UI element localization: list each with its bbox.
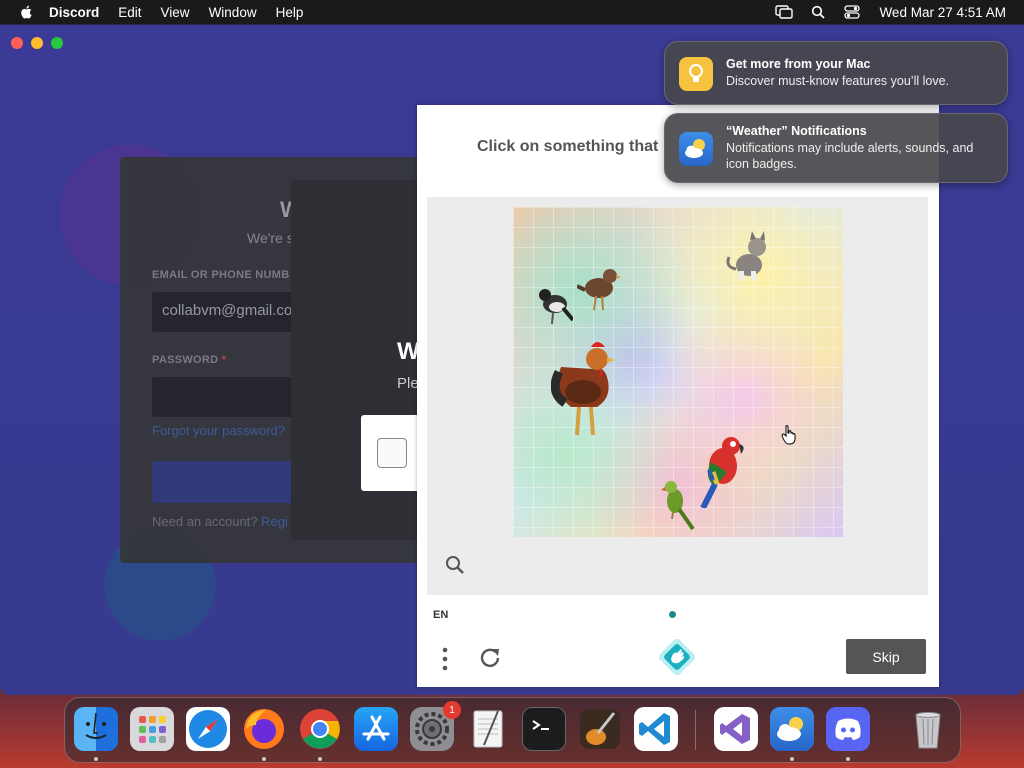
password-label: PASSWORD * [152,354,227,366]
screen-mirroring-icon[interactable] [775,5,794,19]
hcaptcha-logo-icon [659,639,695,675]
app-store-icon[interactable] [354,707,398,751]
tips-icon [679,57,713,91]
trash-icon[interactable] [906,707,950,751]
skip-button[interactable]: Skip [846,639,926,674]
rooster-figure [551,342,615,436]
chrome-icon[interactable] [298,707,342,751]
email-label: EMAIL OR PHONE NUMB [152,269,290,281]
verification-overlay: W Ple [291,180,431,540]
menu-view[interactable]: View [161,5,190,20]
textedit-icon[interactable] [466,707,510,751]
menu-app-name[interactable]: Discord [49,5,99,20]
overlay-text: Ple [397,375,419,392]
spotlight-search-icon[interactable] [809,5,827,19]
small-bird-figure [577,269,621,311]
parrot-figure [700,437,744,508]
launchpad-icon[interactable] [130,707,174,751]
safari-icon[interactable] [186,707,230,751]
settings-notification-badge: 1 [443,701,461,719]
refresh-icon[interactable] [477,645,503,671]
apple-menu-icon[interactable] [17,4,37,20]
control-center-icon[interactable] [843,5,861,19]
dock: 1 [64,697,961,763]
close-window-button[interactable] [11,37,23,49]
forgot-password-link[interactable]: Forgot your password? [152,423,285,438]
captcha-image[interactable] [513,207,843,537]
vscode-icon[interactable] [634,707,678,751]
firefox-icon[interactable] [242,707,286,751]
notification-title: “Weather” Notifications [726,124,867,138]
terminal-icon[interactable] [522,707,566,751]
discord-icon[interactable] [826,707,870,751]
finder-icon[interactable] [74,707,118,751]
captcha-challenge: Click on something that EN Skip [417,105,939,687]
mouse-cursor-icon [781,425,796,445]
minimize-window-button[interactable] [31,37,43,49]
cat-figure [726,231,766,280]
notification-body: Discover must-know features you’ll love. [726,74,949,88]
menu-bar: Discord Edit View Window Help Wed Mar 27… [0,0,1024,24]
captcha-checkbox[interactable] [377,438,407,468]
menu-clock[interactable]: Wed Mar 27 4:51 AM [879,5,1006,20]
page-indicator-dot [669,611,676,618]
captcha-image-panel [427,197,928,595]
visual-studio-icon[interactable] [714,707,758,751]
garageband-icon[interactable] [578,707,622,751]
register-link[interactable]: Regi [261,514,288,529]
menu-window[interactable]: Window [209,5,257,20]
dock-separator [695,710,696,750]
notification-body: Notifications may include alerts, sounds… [726,141,974,171]
language-selector[interactable]: EN [433,609,448,621]
notification-weather[interactable]: “Weather” Notifications Notifications ma… [664,113,1008,183]
weather-icon [679,132,713,166]
zoom-window-button[interactable] [51,37,63,49]
window-controls [11,37,63,49]
parakeet-figure [661,481,695,531]
weather-app-icon[interactable] [770,707,814,751]
login-subtitle: We're s [247,230,294,246]
magpie-figure [539,289,573,325]
zoom-icon[interactable] [445,555,465,575]
register-prompt: Need an account? Regi [152,514,288,529]
notification-tips[interactable]: Get more from your Mac Discover must-kno… [664,41,1008,105]
captcha-prompt: Click on something that [477,138,659,155]
notification-title: Get more from your Mac [726,57,871,71]
menu-help[interactable]: Help [276,5,304,20]
menu-edit[interactable]: Edit [118,5,141,20]
more-options-icon[interactable] [439,645,451,673]
